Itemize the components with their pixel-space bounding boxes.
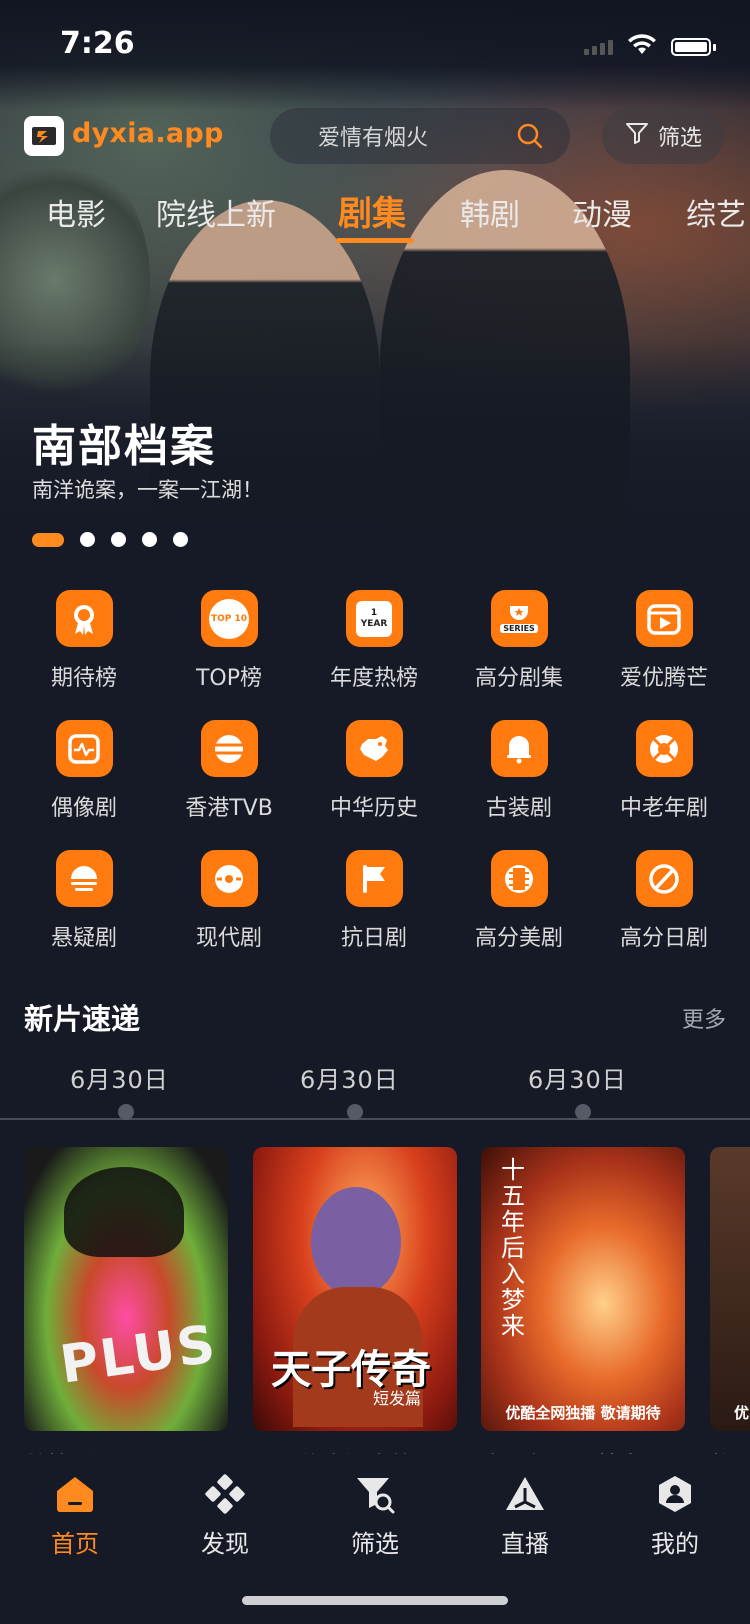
tab-movies[interactable]: 电影 — [46, 190, 106, 234]
search-icon[interactable] — [516, 122, 544, 154]
status-time: 7:26 — [60, 26, 135, 61]
nav-live[interactable]: 直播 — [450, 1474, 600, 1559]
year-calendar-icon: 1 YEAR — [345, 590, 403, 647]
category-anticipated[interactable]: 期待榜 — [9, 590, 159, 692]
poster-card[interactable]: 天子传奇 短发篇 — [253, 1147, 457, 1431]
category-costume-drama[interactable]: 古装剧 — [444, 720, 594, 822]
heartbeat-icon — [55, 720, 113, 777]
award-ribbon-icon — [55, 590, 113, 647]
slash-circle-icon — [635, 850, 693, 907]
carousel-indicator — [32, 532, 188, 547]
status-icons — [584, 34, 716, 60]
tab-variety[interactable]: 综艺 — [686, 190, 746, 234]
category-seniors-drama[interactable]: 中老年剧 — [589, 720, 739, 822]
timeline-dot — [575, 1104, 591, 1120]
lifebuoy-icon — [635, 720, 693, 777]
trophy-series-icon: SERIES — [490, 590, 548, 647]
carousel-dot[interactable] — [80, 532, 95, 547]
search-input[interactable]: 爱情有烟火 — [270, 108, 570, 164]
active-tab-indicator — [336, 238, 414, 243]
filter-label: 筛选 — [657, 126, 702, 151]
home-icon — [53, 1474, 97, 1518]
video-player-icon — [635, 590, 693, 647]
release-date: 6月30日 — [70, 1066, 169, 1094]
nav-profile[interactable]: 我的 — [600, 1474, 750, 1559]
carousel-dot[interactable] — [111, 532, 126, 547]
poster-card[interactable]: 优 — [710, 1147, 750, 1431]
battery-icon — [671, 38, 716, 56]
filter-search-icon — [353, 1474, 397, 1518]
tab-new-in-theaters[interactable]: 院线上新 — [156, 190, 276, 234]
nav-filter[interactable]: 筛选 — [300, 1474, 450, 1559]
sunset-icon — [55, 850, 113, 907]
poster-card[interactable]: 十五年后入梦来 优酷全网独播 敬请期待 — [481, 1147, 685, 1431]
poster-footer: 优酷全网独播 敬请期待 — [505, 1404, 661, 1422]
poster-text: PLUS — [56, 1314, 221, 1396]
release-date: 6月30日 — [300, 1066, 399, 1094]
hero-subtitle: 南洋诡案，一案一江湖！ — [32, 478, 263, 502]
category-high-score-series[interactable]: SERIES 高分剧集 — [444, 590, 594, 692]
disc-icon — [200, 850, 258, 907]
year-icon-text: 1 YEAR — [360, 607, 388, 629]
hero-title[interactable]: 南部档案 — [32, 410, 216, 474]
bell-icon — [490, 720, 548, 777]
discover-icon — [203, 1474, 247, 1518]
tab-korean-drama[interactable]: 韩剧 — [460, 190, 520, 234]
timeline-line — [0, 1118, 750, 1120]
filter-button[interactable]: 筛选 — [602, 108, 724, 164]
more-link[interactable]: 更多 — [682, 1002, 726, 1034]
nav-discover[interactable]: 发现 — [150, 1474, 300, 1559]
section-title-new-release: 新片速递 — [24, 1002, 141, 1036]
category-streaming-platforms[interactable]: 爱优腾芒 — [589, 590, 739, 692]
poster-subtext: 短发篇 — [373, 1389, 422, 1408]
category-top[interactable]: TOP 10 TOP榜 — [154, 590, 304, 692]
nav-home[interactable]: 首页 — [0, 1474, 150, 1559]
funnel-icon — [624, 120, 650, 152]
category-anti-japanese-drama[interactable]: 抗日剧 — [299, 850, 449, 952]
category-hk-tvb[interactable]: 香港TVB — [154, 720, 304, 822]
category-mystery-drama[interactable]: 悬疑剧 — [9, 850, 159, 952]
app-logo[interactable] — [24, 116, 64, 156]
timeline-dot — [347, 1104, 363, 1120]
signal-icon — [584, 39, 613, 55]
category-chinese-history[interactable]: 中华历史 — [299, 720, 449, 822]
tab-anime[interactable]: 动漫 — [572, 190, 632, 234]
category-annual-hot[interactable]: 1 YEAR 年度热榜 — [299, 590, 449, 692]
timeline-dot — [118, 1104, 134, 1120]
flag-icon — [345, 850, 403, 907]
carousel-dot[interactable] — [173, 532, 188, 547]
top10-icon-text: TOP 10 — [210, 613, 248, 624]
carousel-dot-active[interactable] — [32, 532, 64, 547]
china-map-icon — [345, 720, 403, 777]
category-high-score-jp-drama[interactable]: 高分日剧 — [589, 850, 739, 952]
poster-footer: 优 — [734, 1404, 750, 1422]
category-tabs: 电影 院线上新 剧集 韩剧 动漫 综艺 — [0, 190, 750, 250]
profile-icon — [653, 1474, 697, 1518]
carousel-dot[interactable] — [142, 532, 157, 547]
ball-icon — [200, 720, 258, 777]
film-reel-icon — [490, 850, 548, 907]
category-high-score-us-drama[interactable]: 高分美剧 — [444, 850, 594, 952]
home-indicator — [242, 1596, 508, 1605]
poster-text: 十五年后入梦来 — [501, 1156, 525, 1340]
category-idol-drama[interactable]: 偶像剧 — [9, 720, 159, 822]
top10-icon: TOP 10 — [200, 590, 258, 647]
poster-card[interactable]: PLUS — [24, 1147, 228, 1431]
category-modern-drama[interactable]: 现代剧 — [154, 850, 304, 952]
wifi-icon — [627, 34, 657, 60]
search-placeholder: 爱情有烟火 — [318, 126, 429, 151]
tab-series[interactable]: 剧集 — [338, 186, 406, 235]
series-icon-text: SERIES — [500, 623, 538, 633]
live-icon — [503, 1474, 547, 1518]
release-date: 6月30日 — [528, 1066, 627, 1094]
app-name[interactable]: dyxia.app — [72, 118, 224, 149]
